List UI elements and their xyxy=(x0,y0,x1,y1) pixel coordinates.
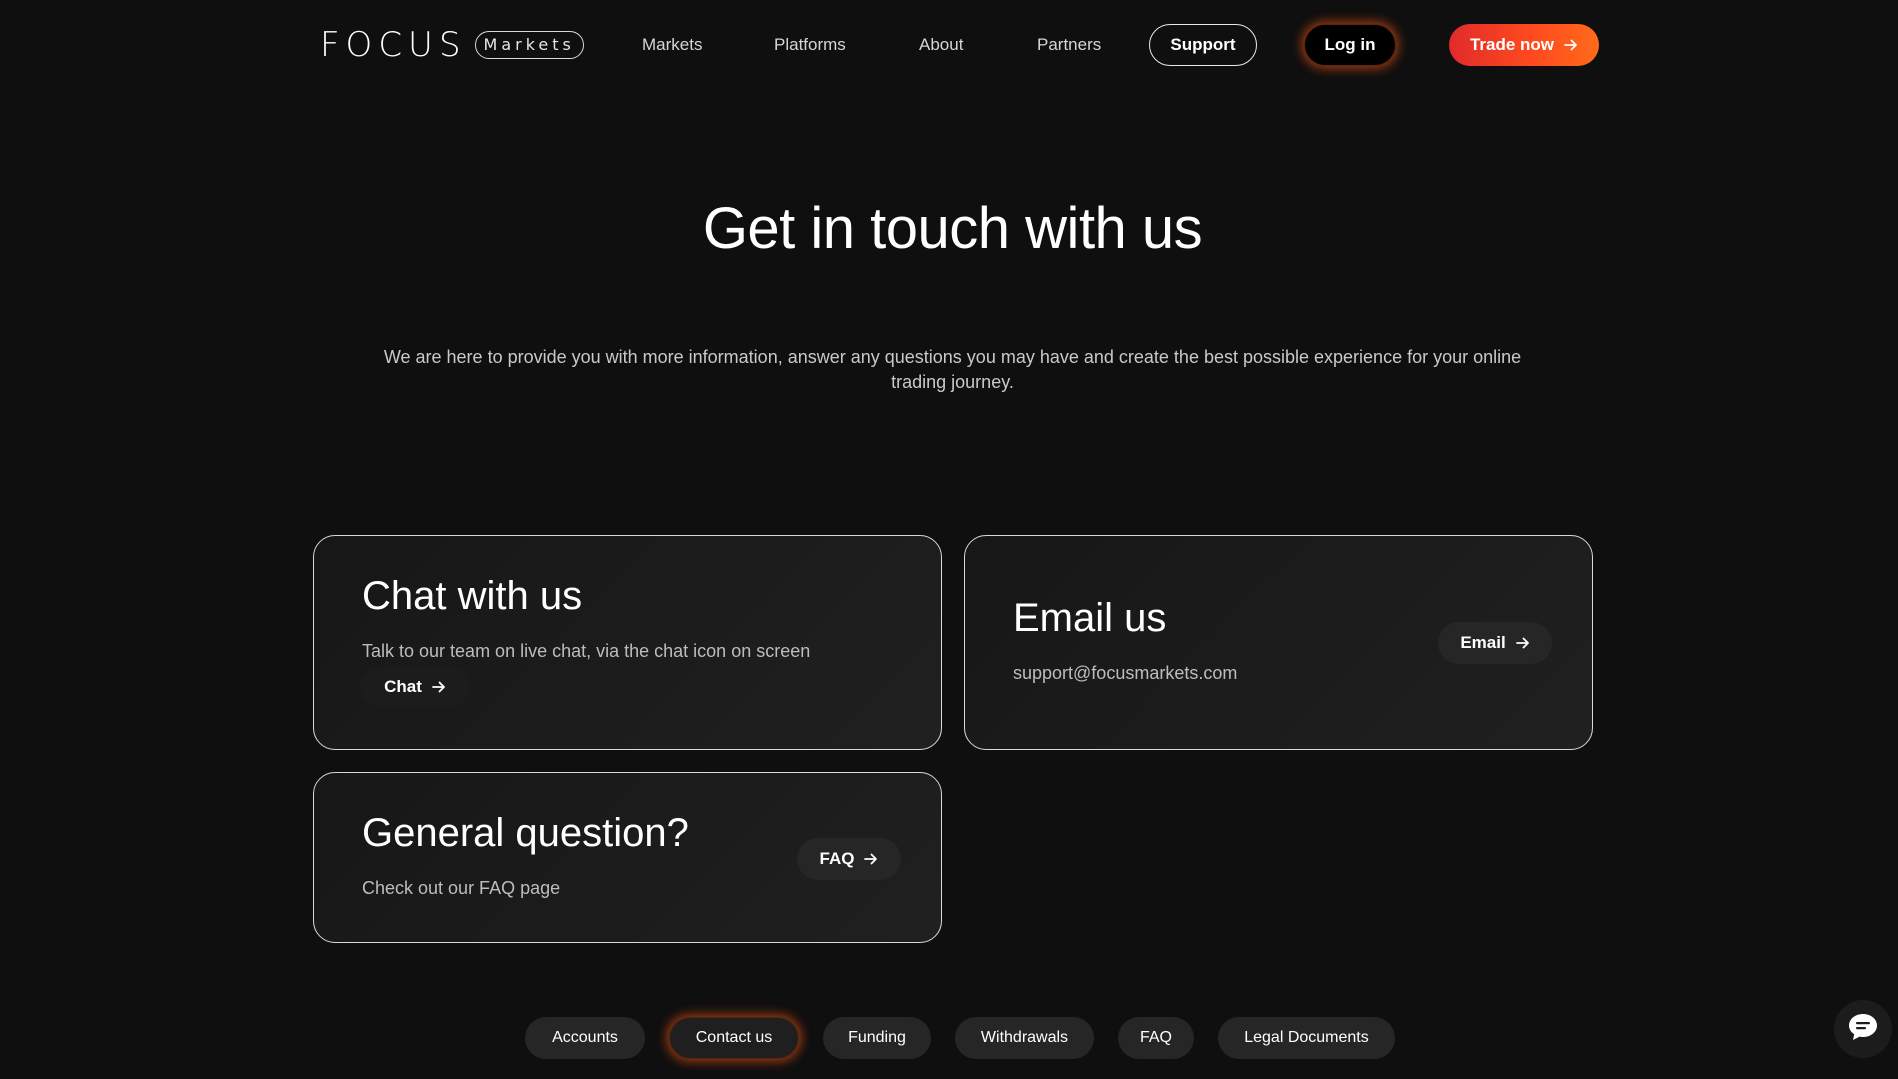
faq-button[interactable]: FAQ xyxy=(797,838,901,880)
chat-bubble-icon xyxy=(1847,1012,1879,1047)
chat-card-text: Talk to our team on live chat, via the c… xyxy=(362,641,811,661)
support-button[interactable]: Support xyxy=(1149,24,1257,66)
focus-markets-logo[interactable]: FOCUS Markets xyxy=(320,25,584,65)
nav-partners[interactable]: Partners xyxy=(1037,25,1101,65)
faq-card-text: Check out our FAQ page xyxy=(362,878,561,898)
faq-card-title: General question? xyxy=(362,811,689,855)
nav-markets[interactable]: Markets xyxy=(642,25,702,65)
tab-funding[interactable]: Funding xyxy=(823,1017,931,1059)
arrow-right-icon xyxy=(864,853,878,865)
tab-contact-us[interactable]: Contact us xyxy=(669,1017,799,1059)
nav-platforms[interactable]: Platforms xyxy=(774,25,846,65)
page-subtitle: We are here to provide you with more inf… xyxy=(383,347,1522,392)
nav-about[interactable]: About xyxy=(919,25,963,65)
email-button[interactable]: Email xyxy=(1438,622,1552,664)
tab-legal-documents[interactable]: Legal Documents xyxy=(1218,1017,1395,1059)
tab-accounts[interactable]: Accounts xyxy=(525,1017,645,1059)
login-button[interactable]: Log in xyxy=(1304,24,1396,66)
trade-now-label: Trade now xyxy=(1469,35,1555,54)
logo-markets-pill: Markets xyxy=(474,31,584,59)
live-chat-launcher[interactable] xyxy=(1834,1000,1892,1058)
site-header: FOCUS Markets Markets Platforms About Pa… xyxy=(0,0,1898,90)
arrow-right-icon xyxy=(431,681,446,693)
chat-card: Chat with us Talk to our team on live ch… xyxy=(313,535,942,750)
faq-card: General question? Check out our FAQ page… xyxy=(313,772,942,943)
arrow-right-icon xyxy=(1564,39,1578,51)
tab-faq[interactable]: FAQ xyxy=(1118,1017,1194,1059)
email-card: Email us support@focusmarkets.com Email xyxy=(964,535,1593,750)
chat-button-label: Chat xyxy=(384,677,422,696)
page-title: Get in touch with us xyxy=(702,196,1203,261)
chat-card-title: Chat with us xyxy=(362,574,583,618)
logo-wordmark: FOCUS xyxy=(320,25,467,65)
trade-now-button[interactable]: Trade now xyxy=(1449,24,1599,66)
faq-button-label: FAQ xyxy=(819,849,855,868)
arrow-right-icon xyxy=(1515,637,1530,649)
email-button-label: Email xyxy=(1460,633,1506,652)
tab-withdrawals[interactable]: Withdrawals xyxy=(955,1017,1094,1059)
chat-button[interactable]: Chat xyxy=(360,667,470,707)
email-card-title: Email us xyxy=(1013,596,1167,640)
email-address[interactable]: support@focusmarkets.com xyxy=(1013,663,1237,684)
